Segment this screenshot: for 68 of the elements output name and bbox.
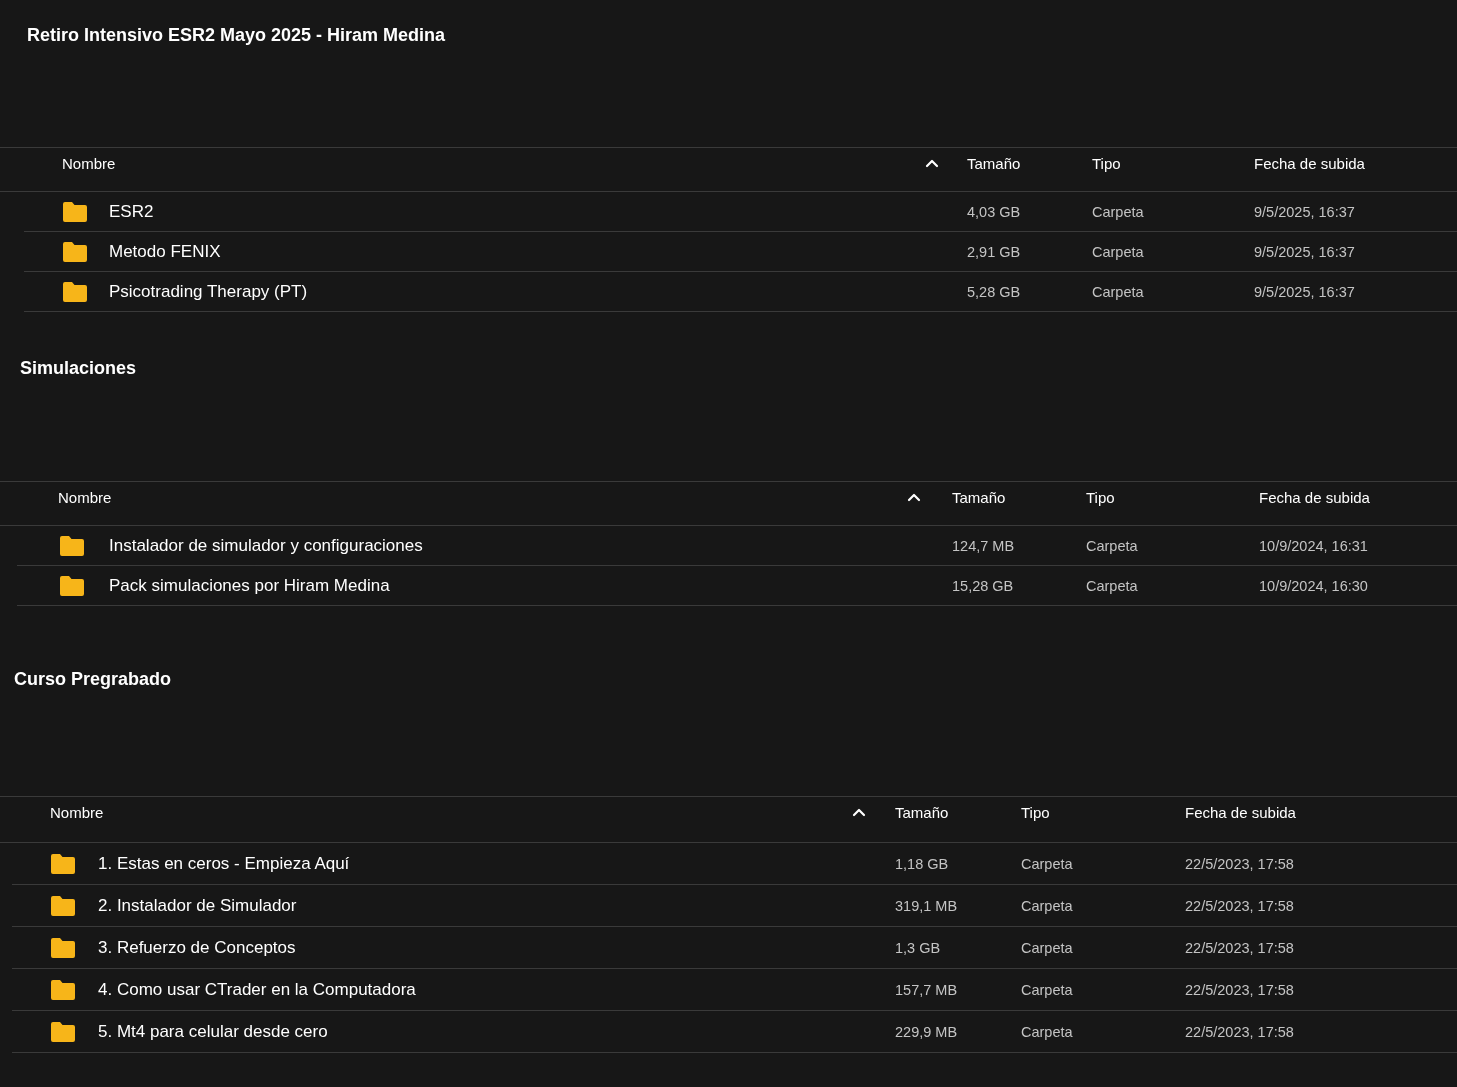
date-cell: 9/5/2025, 16:37 <box>1254 243 1355 260</box>
folder-icon <box>51 853 75 874</box>
column-header[interactable]: Fecha de subida <box>1185 804 1296 821</box>
sort-caret-icon[interactable] <box>852 807 866 818</box>
folder-icon <box>60 575 84 596</box>
folder-icon <box>51 937 75 958</box>
folder-name[interactable]: 1. Estas en ceros - Empieza Aquí <box>98 853 350 874</box>
date-cell: 9/5/2025, 16:37 <box>1254 283 1355 300</box>
folder-name[interactable]: 5. Mt4 para celular desde cero <box>98 1021 328 1042</box>
type-cell: Carpeta <box>1021 897 1073 914</box>
type-cell: Carpeta <box>1092 283 1144 300</box>
type-cell: Carpeta <box>1086 537 1138 554</box>
size-cell: 2,91 GB <box>967 243 1021 260</box>
date-cell: 22/5/2023, 17:58 <box>1185 855 1294 872</box>
folder-name[interactable]: 2. Instalador de Simulador <box>98 895 297 916</box>
column-header[interactable]: Fecha de subida <box>1254 154 1365 172</box>
column-header[interactable]: Tamaño <box>967 154 1021 172</box>
column-header[interactable]: Nombre <box>58 488 112 506</box>
type-cell: Carpeta <box>1092 243 1144 260</box>
column-header[interactable]: Nombre <box>62 154 116 172</box>
folder-name[interactable]: Pack simulaciones por Hiram Medina <box>109 575 390 596</box>
size-cell: 15,28 GB <box>952 577 1014 594</box>
type-cell: Carpeta <box>1092 203 1144 220</box>
size-cell: 4,03 GB <box>967 203 1021 220</box>
folder-name[interactable]: ESR2 <box>109 201 154 222</box>
folder-icon <box>51 979 75 1000</box>
folder-icon <box>60 535 84 556</box>
folder-icon <box>51 1021 75 1042</box>
column-header[interactable]: Tipo <box>1021 804 1050 821</box>
section-heading: Retiro Intensivo ESR2 Mayo 2025 - Hiram Medina <box>27 25 446 45</box>
column-header[interactable]: Tipo <box>1092 154 1121 172</box>
size-cell: 1,3 GB <box>895 939 941 956</box>
column-header[interactable]: Tipo <box>1086 488 1115 506</box>
type-cell: Carpeta <box>1086 577 1138 594</box>
section-heading: Curso Pregrabado <box>14 669 172 689</box>
date-cell: 22/5/2023, 17:58 <box>1185 939 1294 956</box>
folder-icon <box>63 201 87 222</box>
sort-caret-icon[interactable] <box>907 491 921 503</box>
column-header[interactable]: Tamaño <box>952 488 1006 506</box>
folder-name[interactable]: 4. Como usar CTrader en la Computadora <box>98 979 416 1000</box>
date-cell: 22/5/2023, 17:58 <box>1185 1023 1294 1040</box>
type-cell: Carpeta <box>1021 855 1073 872</box>
size-cell: 1,18 GB <box>895 855 949 872</box>
type-cell: Carpeta <box>1021 1023 1073 1040</box>
folder-name[interactable]: Instalador de simulador y configuraciones <box>109 535 423 556</box>
size-cell: 157,7 MB <box>895 981 958 998</box>
date-cell: 10/9/2024, 16:30 <box>1259 577 1368 594</box>
column-header[interactable]: Nombre <box>50 804 104 821</box>
column-header[interactable]: Tamaño <box>895 804 949 821</box>
column-header[interactable]: Fecha de subida <box>1259 488 1370 506</box>
folder-name[interactable]: 3. Refuerzo de Conceptos <box>98 937 296 958</box>
folder-icon <box>63 241 87 262</box>
sort-caret-icon[interactable] <box>925 157 939 169</box>
size-cell: 319,1 MB <box>895 897 958 914</box>
date-cell: 22/5/2023, 17:58 <box>1185 897 1294 914</box>
folder-icon <box>63 281 87 302</box>
section-heading: Simulaciones <box>20 358 137 378</box>
size-cell: 229,9 MB <box>895 1023 958 1040</box>
date-cell: 22/5/2023, 17:58 <box>1185 981 1294 998</box>
folder-name[interactable]: Psicotrading Therapy (PT) <box>109 281 308 302</box>
date-cell: 9/5/2025, 16:37 <box>1254 203 1355 220</box>
size-cell: 124,7 MB <box>952 537 1015 554</box>
type-cell: Carpeta <box>1021 981 1073 998</box>
date-cell: 10/9/2024, 16:31 <box>1259 537 1368 554</box>
type-cell: Carpeta <box>1021 939 1073 956</box>
folder-name[interactable]: Metodo FENIX <box>109 241 221 262</box>
size-cell: 5,28 GB <box>967 283 1021 300</box>
folder-icon <box>51 895 75 916</box>
